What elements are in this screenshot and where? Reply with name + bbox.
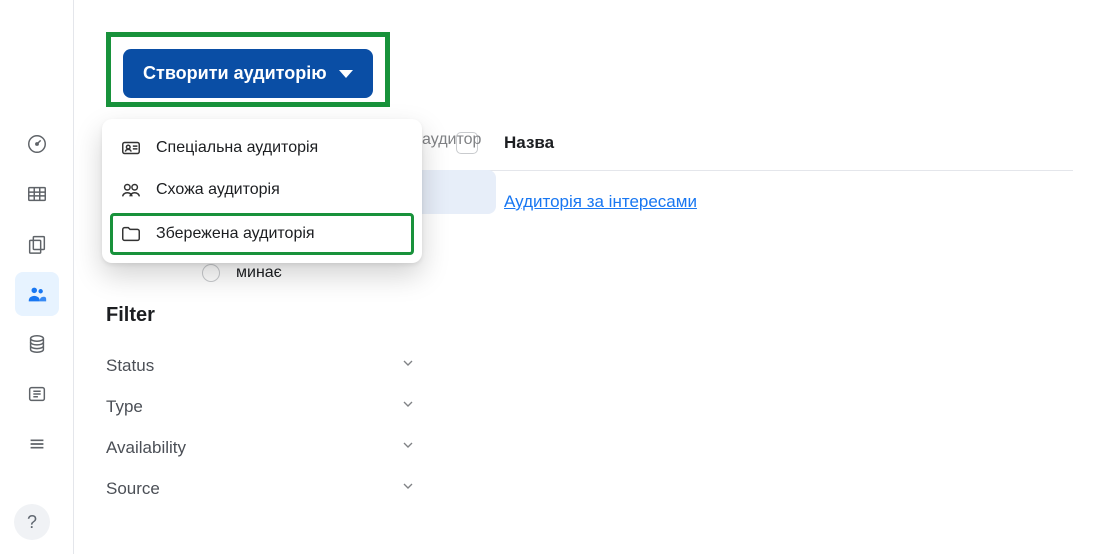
filter-row-label: Source xyxy=(106,479,160,499)
help-label: ? xyxy=(27,512,37,533)
filter-row-label: Status xyxy=(106,356,154,376)
nav-copy[interactable] xyxy=(15,222,59,266)
dropdown-item-label: Схожа аудиторія xyxy=(156,181,280,199)
highlight-create: Створити аудиторію xyxy=(106,32,390,107)
chevron-down-icon xyxy=(400,478,416,499)
menu-icon xyxy=(26,433,48,455)
folder-icon xyxy=(120,223,142,245)
filter-section: Filter Status Type Availability xyxy=(106,304,416,509)
chevron-down-icon xyxy=(400,396,416,417)
dropdown-saved-audience[interactable]: Збережена аудиторія xyxy=(110,213,414,255)
audience-name-link[interactable]: Аудиторія за інтересами xyxy=(504,192,697,212)
people-icon xyxy=(26,283,48,305)
table-icon xyxy=(26,183,48,205)
dropdown-item-label: Збережена аудиторія xyxy=(156,225,315,243)
column-header-name: Назва xyxy=(504,133,554,153)
create-audience-label: Створити аудиторію xyxy=(143,63,327,84)
nav-billing[interactable] xyxy=(15,322,59,366)
chevron-down-icon xyxy=(400,437,416,458)
create-audience-dropdown: Спеціальна аудиторія Схожа аудиторія Збе… xyxy=(102,119,422,263)
copy-icon xyxy=(26,233,48,255)
filter-source[interactable]: Source xyxy=(106,468,416,509)
filter-row-label: Availability xyxy=(106,438,186,458)
coins-icon xyxy=(26,333,48,355)
table-header: Назва xyxy=(430,110,1073,171)
nav-rail: ? xyxy=(0,0,74,554)
dropdown-custom-audience[interactable]: Спеціальна аудиторія xyxy=(110,127,414,169)
filter-status[interactable]: Status xyxy=(106,345,416,386)
search-input-peek: аудитор xyxy=(422,131,481,149)
nav-menu[interactable] xyxy=(15,422,59,466)
nav-news[interactable] xyxy=(15,372,59,416)
dropdown-item-label: Спеціальна аудиторія xyxy=(156,139,318,157)
filter-title: Filter xyxy=(106,304,416,327)
nav-audiences[interactable] xyxy=(15,272,59,316)
newspaper-icon xyxy=(26,383,48,405)
gauge-icon xyxy=(26,133,48,155)
selected-filter-peek xyxy=(422,170,496,214)
dropdown-lookalike-audience[interactable]: Схожа аудиторія xyxy=(110,169,414,211)
radio-icon xyxy=(202,264,220,282)
chevron-down-icon xyxy=(400,355,416,376)
filter-row-label: Type xyxy=(106,397,143,417)
help-button[interactable]: ? xyxy=(14,504,50,540)
create-audience-button[interactable]: Створити аудиторію xyxy=(123,49,373,98)
table-row: Аудиторія за інтересами xyxy=(430,171,1073,233)
expiring-radio-row[interactable]: минає xyxy=(202,264,282,282)
nav-table[interactable] xyxy=(15,172,59,216)
expiring-radio-label: минає xyxy=(236,264,282,282)
caret-down-icon xyxy=(339,70,353,78)
nav-dashboard[interactable] xyxy=(15,122,59,166)
filter-availability[interactable]: Availability xyxy=(106,427,416,468)
lookalike-icon xyxy=(120,179,142,201)
id-card-icon xyxy=(120,137,142,159)
filter-type[interactable]: Type xyxy=(106,386,416,427)
